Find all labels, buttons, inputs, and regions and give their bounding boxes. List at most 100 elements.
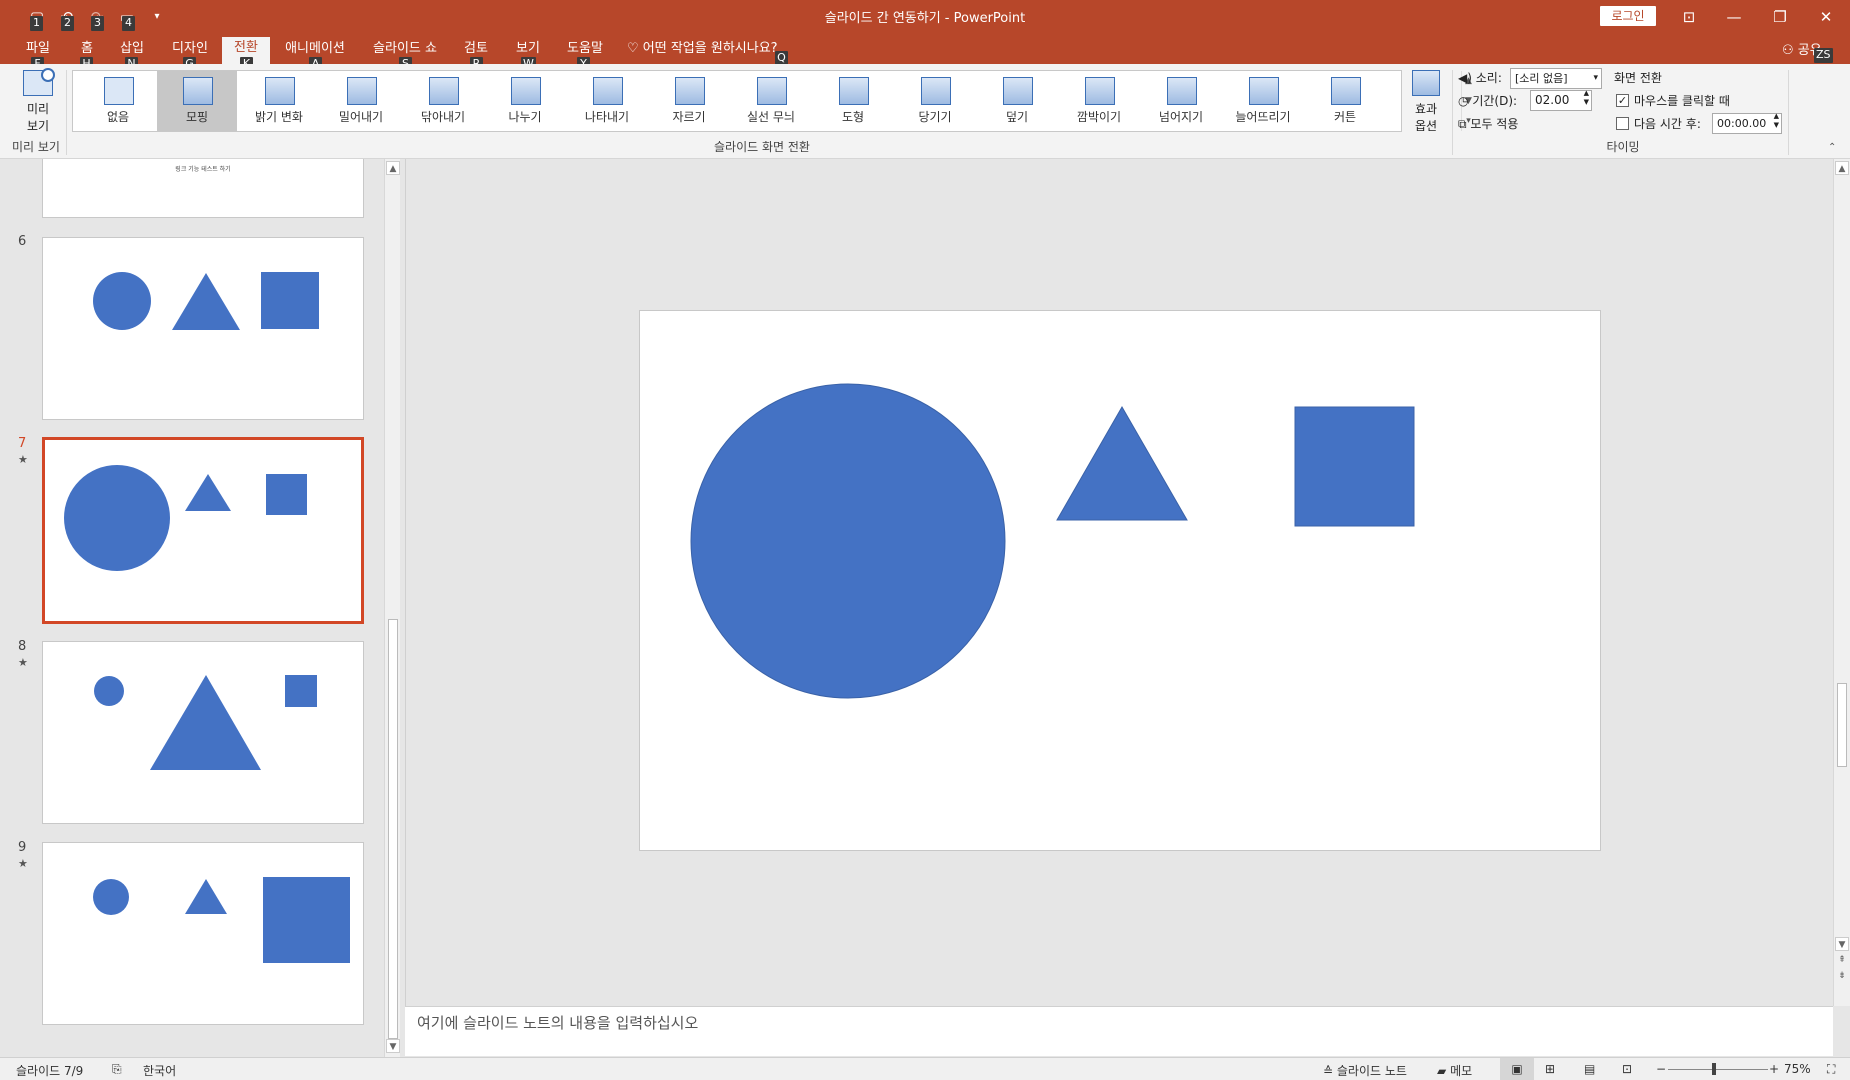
triangle-shape (185, 474, 231, 511)
transition-random-bars[interactable]: 실선 무늬 (731, 71, 811, 131)
slide-thumbnail-7[interactable] (42, 437, 364, 624)
normal-view-icon[interactable]: ▣ (1500, 1058, 1534, 1080)
circle-shape[interactable] (690, 383, 1006, 699)
zoom-slider[interactable] (1668, 1063, 1768, 1075)
comments-button[interactable]: ▰ 메모 (1437, 1062, 1472, 1079)
on-click-label: 마우스를 클릭할 때 (1634, 94, 1730, 108)
morph-transition-icon (183, 77, 213, 105)
scroll-down-icon[interactable]: ▼ (1835, 937, 1849, 951)
transition-push[interactable]: 밀어내기 (321, 71, 401, 131)
zoom-in-icon[interactable]: + (1769, 1062, 1779, 1076)
transition-reveal[interactable]: 나타내기 (567, 71, 647, 131)
thumbnail-scrollbar[interactable]: ▲ ▼ (384, 159, 400, 1057)
effect-options-icon (1412, 70, 1440, 96)
square-shape[interactable] (1294, 406, 1415, 527)
thumbnail-text: 링크 기능 테스트 하기 (175, 166, 231, 173)
ribbon: 미리 보기 미리 보기 없음 모핑 밝기 변화 밀어내기 닦아내기 나누기 나타… (0, 64, 1850, 159)
current-slide[interactable] (639, 310, 1601, 851)
scroll-up-icon[interactable]: ▲ (386, 161, 400, 175)
advance-slide-header: 화면 전환 (1614, 71, 1662, 85)
zoom-slider-handle[interactable] (1712, 1063, 1716, 1075)
after-time-input[interactable]: 00:00.00 ▲ ▼ (1712, 112, 1782, 134)
slide-thumbnail-8[interactable] (42, 641, 364, 824)
notes-placeholder: 여기에 슬라이드 노트의 내용을 입력하십시오 (417, 1014, 699, 1032)
transition-split[interactable]: 나누기 (485, 71, 565, 131)
language-indicator[interactable]: 한국어 (143, 1062, 176, 1079)
apply-to-all-button[interactable]: ⧉ 모두 적용 (1458, 115, 1518, 132)
duration-input[interactable]: 02.00 ▲ ▼ (1530, 89, 1592, 111)
zoom-level[interactable]: 75% (1784, 1062, 1811, 1076)
notes-toggle-button[interactable]: ≙ 슬라이드 노트 (1323, 1062, 1407, 1079)
status-bar: 슬라이드 7/9 ⎘ 한국어 ≙ 슬라이드 노트 ▰ 메모 ▣ ⊞ ▤ ⊡ − … (0, 1057, 1850, 1080)
circle-shape (64, 465, 170, 571)
transition-fade[interactable]: 밝기 변화 (239, 71, 319, 131)
slide-thumbnail-5[interactable]: 링크 기능 테스트 하기 (42, 159, 364, 218)
close-icon[interactable]: ✕ (1806, 4, 1846, 30)
lightbulb-icon: ♡ (627, 41, 639, 56)
scroll-up-icon[interactable]: ▲ (1835, 161, 1849, 175)
apply-all-icon: ⧉ (1458, 117, 1467, 131)
effect-options-button[interactable]: 효과 옵션 (1404, 68, 1448, 134)
slide-thumbnail-6[interactable] (42, 237, 364, 420)
thumbnail-shapes (93, 877, 350, 963)
cut-transition-icon (675, 77, 705, 105)
transition-flash[interactable]: 깜박이기 (1059, 71, 1139, 131)
slide-thumbnail-pane: 링크 기능 테스트 하기 6 7 ★ 8 ★ 9 ★ ▲ ▼ (8, 159, 400, 1057)
transition-shape[interactable]: 도형 (813, 71, 893, 131)
scrollbar-thumb[interactable] (388, 619, 398, 1039)
on-click-checkbox[interactable]: ✓ (1616, 94, 1629, 107)
slide-thumbnail-9[interactable] (42, 842, 364, 1025)
ribbon-display-icon[interactable]: ⊡ (1669, 4, 1709, 30)
square-shape (285, 675, 317, 707)
tell-me-box[interactable]: ♡ 어떤 작업을 원하시나요? (627, 39, 778, 59)
transition-wipe[interactable]: 닦아내기 (403, 71, 483, 131)
slideshow-view-icon[interactable]: ⊡ (1622, 1062, 1632, 1076)
group-separator (66, 70, 67, 155)
sound-dropdown[interactable]: [소리 없음] ▾ (1510, 68, 1602, 89)
triangle-shape[interactable] (1056, 405, 1188, 521)
scrollbar-thumb[interactable] (1837, 683, 1847, 767)
restore-icon[interactable]: ❐ (1760, 4, 1800, 30)
reading-view-icon[interactable]: ▤ (1584, 1062, 1595, 1076)
transition-cover[interactable]: 덮기 (977, 71, 1057, 131)
slide-scrollbar[interactable]: ▲ ▼ ⇞ ⇟ (1833, 159, 1850, 1006)
transition-drape[interactable]: 늘어뜨리기 (1223, 71, 1303, 131)
circle-shape (94, 676, 124, 706)
collapse-ribbon-icon[interactable]: ⌃ (1828, 142, 1836, 153)
transition-uncover[interactable]: 당기기 (895, 71, 975, 131)
square-shape (266, 474, 307, 515)
transition-curtains[interactable]: 커튼 (1305, 71, 1385, 131)
square-shape (263, 877, 350, 963)
scroll-down-icon[interactable]: ▼ (386, 1039, 400, 1053)
slide-sorter-icon[interactable]: ⊞ (1545, 1062, 1555, 1076)
transition-cut[interactable]: 자르기 (649, 71, 729, 131)
transition-none[interactable]: 없음 (78, 71, 158, 131)
minimize-icon[interactable]: — (1714, 4, 1754, 30)
transition-gallery[interactable]: 없음 모핑 밝기 변화 밀어내기 닦아내기 나누기 나타내기 자르기 실선 무늬… (72, 70, 1472, 132)
slide-number: 9 (18, 840, 27, 855)
spellcheck-icon[interactable]: ⎘ (112, 1062, 122, 1077)
group-label-transitions: 슬라이드 화면 전환 (714, 140, 810, 154)
group-separator (1452, 70, 1453, 155)
flash-transition-icon (1085, 77, 1115, 105)
preview-label-1: 미리 (26, 102, 50, 116)
preview-button[interactable]: 미리 보기 (18, 66, 58, 136)
keytip-share: ZS (1814, 48, 1833, 63)
notes-pane[interactable]: 여기에 슬라이드 노트의 내용을 입력하십시오 (405, 1006, 1833, 1056)
transition-fall-over[interactable]: 넘어지기 (1141, 71, 1221, 131)
transition-morph[interactable]: 모핑 (157, 71, 237, 131)
zoom-out-icon[interactable]: − (1656, 1062, 1666, 1076)
after-label: 다음 시간 후: (1634, 117, 1701, 131)
spinner-arrows-icon: ▲ ▼ (1773, 112, 1779, 129)
slide-canvas (690, 383, 1415, 699)
previous-slide-icon[interactable]: ⇞ (1835, 953, 1849, 967)
window-title: 슬라이드 간 연동하기 - PowerPoint (824, 11, 1026, 26)
triangle-shape (150, 675, 261, 770)
effect-options-label-1: 효과 (1414, 102, 1438, 116)
after-checkbox[interactable] (1616, 117, 1629, 130)
fall-over-transition-icon (1167, 77, 1197, 105)
login-button[interactable]: 로그인 (1600, 6, 1656, 26)
ribbon-tabs: 파일 F 홈 H 삽입 N 디자인 G 전환 K 애니메이션 A 슬라이드 쇼 … (0, 34, 1850, 72)
fit-to-window-icon[interactable]: ⛶ (1827, 1062, 1835, 1077)
next-slide-icon[interactable]: ⇟ (1835, 969, 1849, 983)
